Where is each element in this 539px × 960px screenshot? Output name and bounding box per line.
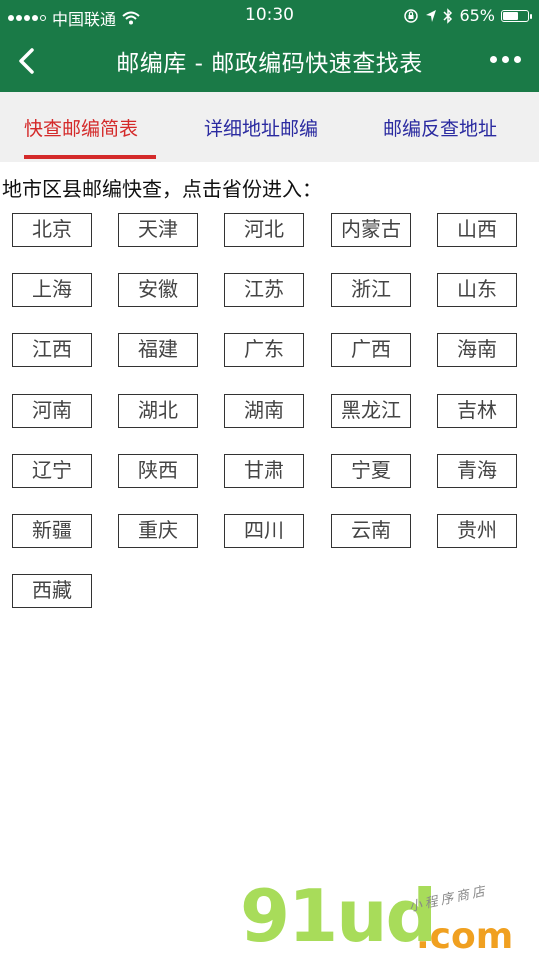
province-button[interactable]: 江苏 <box>224 273 304 307</box>
more-dots-icon[interactable] <box>490 56 521 63</box>
watermark-main: 91ud <box>240 874 437 958</box>
nav-bar: 邮编库 - 邮政编码快速查找表 <box>0 30 539 92</box>
province-button[interactable]: 北京 <box>12 213 92 247</box>
province-button[interactable]: 四川 <box>224 514 304 548</box>
province-button[interactable]: 广西 <box>331 333 411 367</box>
province-button[interactable]: 重庆 <box>118 514 198 548</box>
province-button[interactable]: 浙江 <box>331 273 411 307</box>
orientation-lock-icon <box>404 8 419 23</box>
province-button[interactable]: 江西 <box>12 333 92 367</box>
watermark-logo: 91ud .com 小程序商店 <box>240 874 530 958</box>
province-button[interactable]: 河南 <box>12 394 92 428</box>
province-button[interactable]: 广东 <box>224 333 304 367</box>
province-button[interactable]: 内蒙古 <box>331 213 411 247</box>
location-icon <box>426 9 437 22</box>
province-button[interactable]: 黑龙江 <box>331 394 411 428</box>
province-button[interactable]: 福建 <box>118 333 198 367</box>
province-button[interactable]: 山东 <box>437 273 517 307</box>
tab-quick-lookup[interactable]: 快查邮编简表 <box>24 114 138 141</box>
tab-bar: 快查邮编简表 详细地址邮编 邮编反查地址 <box>0 92 539 162</box>
province-button[interactable]: 陕西 <box>118 454 198 488</box>
page-title: 邮编库 - 邮政编码快速查找表 <box>116 51 423 77</box>
tab-reverse-lookup[interactable]: 邮编反查地址 <box>383 114 497 141</box>
province-button[interactable]: 天津 <box>118 213 198 247</box>
province-button[interactable]: 湖南 <box>224 394 304 428</box>
status-right: 65% <box>403 6 532 25</box>
battery-fill <box>503 11 518 20</box>
province-button[interactable]: 湖北 <box>118 394 198 428</box>
province-button[interactable]: 云南 <box>331 514 411 548</box>
battery-icon <box>501 9 532 22</box>
back-chevron-icon[interactable] <box>12 44 42 78</box>
active-tab-indicator <box>24 155 156 159</box>
province-button[interactable]: 新疆 <box>12 514 92 548</box>
province-button[interactable]: 宁夏 <box>331 454 411 488</box>
province-button[interactable]: 甘肃 <box>224 454 304 488</box>
province-button[interactable]: 西藏 <box>12 574 92 608</box>
province-button[interactable]: 安徽 <box>118 273 198 307</box>
province-button[interactable]: 上海 <box>12 273 92 307</box>
battery-percent: 65% <box>459 6 495 25</box>
province-button[interactable]: 辽宁 <box>12 454 92 488</box>
watermark-suffix: .com <box>416 916 514 957</box>
province-button[interactable]: 海南 <box>437 333 517 367</box>
status-bar: 中国联通 10:30 65% <box>0 0 539 30</box>
tab-detailed-address[interactable]: 详细地址邮编 <box>204 114 318 141</box>
province-button[interactable]: 贵州 <box>437 514 517 548</box>
province-button[interactable]: 河北 <box>224 213 304 247</box>
intro-text: 地市区县邮编快查，点击省份进入： <box>2 177 322 201</box>
bluetooth-icon <box>443 7 453 24</box>
province-button[interactable]: 吉林 <box>437 394 517 428</box>
province-button[interactable]: 山西 <box>437 213 517 247</box>
province-button[interactable]: 青海 <box>437 454 517 488</box>
